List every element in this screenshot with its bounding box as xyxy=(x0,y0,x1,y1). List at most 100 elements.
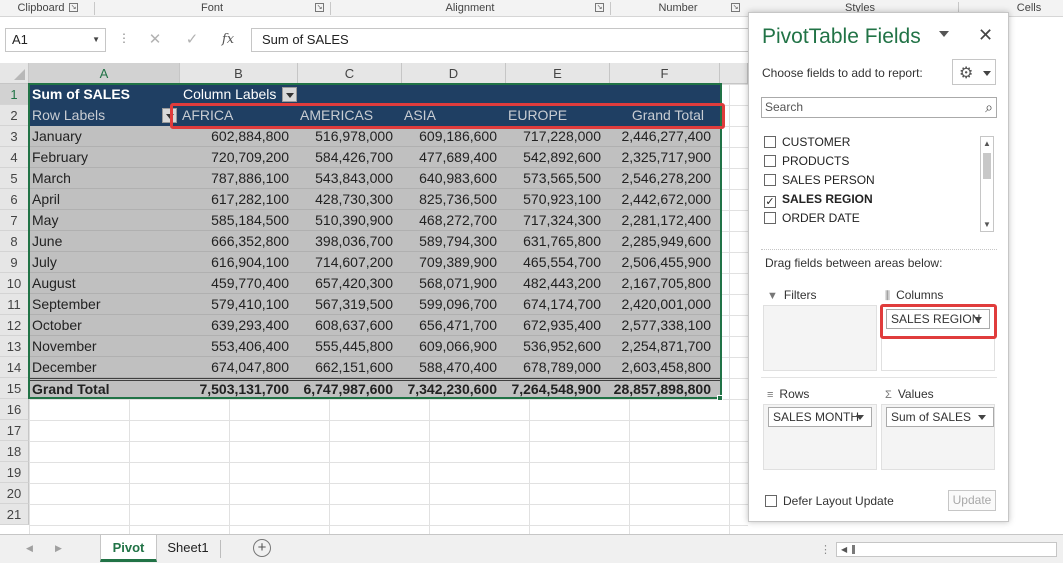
row-header[interactable]: 6 xyxy=(0,189,29,210)
checkbox[interactable] xyxy=(764,212,776,224)
sales-month-chip[interactable]: SALES MONTH xyxy=(768,407,872,427)
tab-splitter-icon[interactable]: ⋮ xyxy=(820,543,831,556)
column-header-b[interactable]: B xyxy=(180,63,298,84)
row-header[interactable]: 11 xyxy=(0,294,29,315)
dialog-launcher-icon[interactable]: ↘ xyxy=(69,3,78,12)
checkbox-checked[interactable]: ✓ xyxy=(764,196,776,208)
value-cell[interactable]: 709,389,900 xyxy=(402,252,506,273)
month-cell[interactable]: September xyxy=(29,294,180,315)
formula-bar-grip-icon[interactable]: ⋮ xyxy=(118,32,130,44)
value-cell[interactable]: 666,352,800 xyxy=(180,231,298,252)
scroll-down-icon[interactable]: ▼ xyxy=(983,220,991,229)
value-cell[interactable]: 657,420,300 xyxy=(298,273,402,294)
sum-of-sales-chip[interactable]: Sum of SALES xyxy=(886,407,994,427)
value-cell[interactable]: 2,442,672,000 xyxy=(610,189,720,210)
month-cell[interactable]: December xyxy=(29,357,180,378)
field-item-sales-person[interactable]: SALES PERSON xyxy=(764,171,875,190)
grand-total-label[interactable]: Grand Total xyxy=(29,379,180,400)
row-labels-cell[interactable]: Row Labels xyxy=(29,105,180,126)
value-cell[interactable]: 674,047,800 xyxy=(180,357,298,378)
pane-options-chevron-icon[interactable] xyxy=(939,31,949,37)
column-header-g[interactable] xyxy=(720,63,748,84)
row-header[interactable]: 5 xyxy=(0,168,29,189)
value-cell[interactable]: 482,443,200 xyxy=(506,273,610,294)
field-list-scrollbar[interactable]: ▲ ▼ xyxy=(980,136,994,232)
value-cell[interactable]: 602,884,800 xyxy=(180,126,298,147)
value-cell[interactable]: 584,426,700 xyxy=(298,147,402,168)
month-cell[interactable]: January xyxy=(29,126,180,147)
checkbox[interactable] xyxy=(764,174,776,186)
value-cell[interactable]: 2,546,278,200 xyxy=(610,168,720,189)
value-cell[interactable]: 573,565,500 xyxy=(506,168,610,189)
sales-region-chip[interactable]: SALES REGION xyxy=(886,309,990,329)
field-item-order-date[interactable]: ORDER DATE xyxy=(764,209,860,228)
fill-handle[interactable] xyxy=(717,395,723,401)
field-item-products[interactable]: PRODUCTS xyxy=(764,152,849,171)
tab-pivot[interactable]: Pivot xyxy=(100,535,157,562)
value-cell[interactable]: 543,843,000 xyxy=(298,168,402,189)
field-item-customer[interactable]: CUSTOMER xyxy=(764,133,850,152)
grand-total-cell[interactable]: 6,747,987,600 xyxy=(298,379,402,400)
row-header[interactable]: 14 xyxy=(0,357,29,378)
value-cell[interactable]: 570,923,100 xyxy=(506,189,610,210)
scrollbar-thumb[interactable] xyxy=(983,153,991,179)
chevron-down-icon[interactable] xyxy=(978,415,986,420)
value-cell[interactable]: 2,325,717,900 xyxy=(610,147,720,168)
row-header[interactable]: 18 xyxy=(0,441,29,462)
value-cell[interactable]: 656,471,700 xyxy=(402,315,506,336)
value-cell[interactable]: 589,794,300 xyxy=(402,231,506,252)
region-header-cell[interactable]: ASIA xyxy=(404,105,508,126)
month-cell[interactable]: October xyxy=(29,315,180,336)
value-cell[interactable]: 2,446,277,400 xyxy=(610,126,720,147)
value-cell[interactable]: 2,281,172,400 xyxy=(610,210,720,231)
value-cell[interactable]: 588,470,400 xyxy=(402,357,506,378)
rows-drop-area[interactable]: SALES MONTH xyxy=(763,404,877,470)
update-button[interactable]: Update xyxy=(948,490,996,511)
value-cell[interactable]: 2,167,705,800 xyxy=(610,273,720,294)
row-labels-filter-button[interactable] xyxy=(162,108,177,123)
region-header-cell[interactable]: Grand Total xyxy=(610,105,720,126)
region-header-cell[interactable]: EUROPE xyxy=(508,105,612,126)
value-cell[interactable]: 2,506,455,900 xyxy=(610,252,720,273)
row-header[interactable]: 20 xyxy=(0,483,29,504)
value-cell[interactable]: 459,770,400 xyxy=(180,273,298,294)
value-cell[interactable]: 674,174,700 xyxy=(506,294,610,315)
value-cell[interactable]: 2,254,871,700 xyxy=(610,336,720,357)
value-cell[interactable]: 510,390,900 xyxy=(298,210,402,231)
checkbox[interactable] xyxy=(765,495,777,507)
value-cell[interactable]: 717,228,000 xyxy=(506,126,610,147)
checkbox[interactable] xyxy=(764,136,776,148)
value-cell[interactable]: 631,765,800 xyxy=(506,231,610,252)
grand-total-cell[interactable]: 7,342,230,600 xyxy=(402,379,506,400)
chevron-down-icon[interactable] xyxy=(974,317,982,322)
value-cell[interactable]: 579,410,100 xyxy=(180,294,298,315)
row-header[interactable]: 2 xyxy=(0,105,29,126)
value-cell[interactable]: 2,420,001,000 xyxy=(610,294,720,315)
value-cell[interactable]: 639,293,400 xyxy=(180,315,298,336)
pane-settings-button[interactable]: ⚙ xyxy=(952,59,996,85)
scrollbar-thumb[interactable] xyxy=(852,545,855,554)
tab-sheet1[interactable]: Sheet1 xyxy=(160,535,216,562)
formula-input[interactable]: Sum of SALES xyxy=(251,28,771,52)
row-header[interactable]: 16 xyxy=(0,399,29,420)
value-cell[interactable]: 599,096,700 xyxy=(402,294,506,315)
value-cell[interactable]: 542,892,600 xyxy=(506,147,610,168)
value-cell[interactable]: 398,036,700 xyxy=(298,231,402,252)
checkbox[interactable] xyxy=(764,155,776,167)
scroll-left-icon[interactable]: ◀ xyxy=(841,545,847,554)
value-cell[interactable]: 678,789,000 xyxy=(506,357,610,378)
value-cell[interactable]: 2,285,949,600 xyxy=(610,231,720,252)
value-cell[interactable]: 536,952,600 xyxy=(506,336,610,357)
column-header-a[interactable]: A xyxy=(29,63,180,84)
insert-function-button[interactable]: fx xyxy=(214,28,242,52)
filters-drop-area[interactable] xyxy=(763,305,877,371)
row-header[interactable]: 10 xyxy=(0,273,29,294)
value-cell[interactable]: 616,904,100 xyxy=(180,252,298,273)
values-label-cell[interactable]: Sum of SALES xyxy=(29,84,180,105)
value-cell[interactable]: 428,730,300 xyxy=(298,189,402,210)
dialog-launcher-icon[interactable]: ↘ xyxy=(315,3,324,12)
scroll-up-icon[interactable]: ▲ xyxy=(983,139,991,148)
value-cell[interactable]: 608,637,600 xyxy=(298,315,402,336)
month-cell[interactable]: July xyxy=(29,252,180,273)
values-drop-area[interactable]: Sum of SALES xyxy=(881,404,995,470)
